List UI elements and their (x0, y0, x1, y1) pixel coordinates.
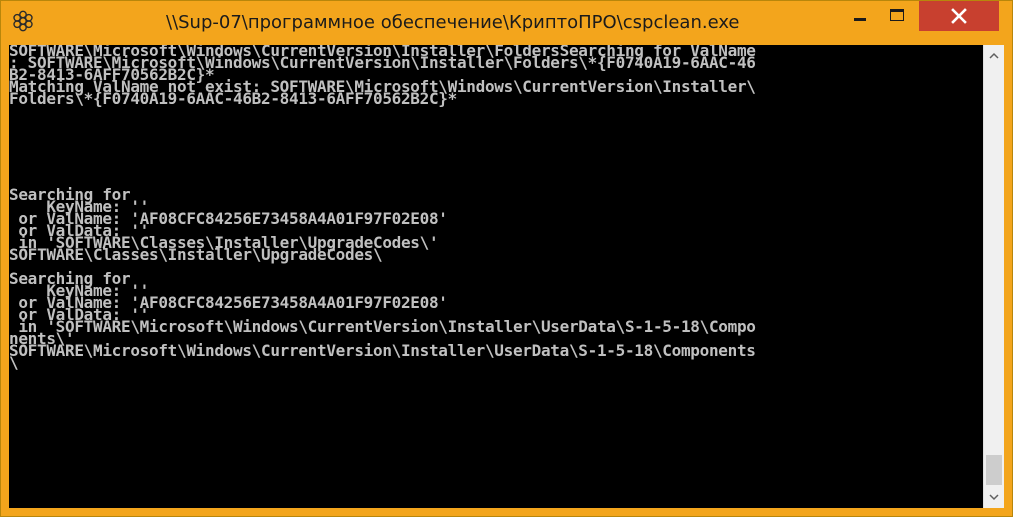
console-text: SOFTWARE\Microsoft\Windows\CurrentVersio… (9, 45, 983, 371)
console-line: Searching for (9, 269, 131, 288)
scroll-down-button[interactable] (984, 486, 1004, 508)
console-line: or ValName: 'AF08CFC84256E73458A4A01F97F… (9, 209, 448, 228)
window-title: \\Sup-07\программное обеспечение\КриптоП… (166, 12, 740, 33)
maximize-icon (890, 9, 904, 21)
console-line: in 'SOFTWARE\Microsoft\Windows\CurrentVe… (9, 317, 756, 336)
scroll-up-button[interactable] (984, 45, 1004, 67)
console-line: SOFTWARE\Classes\Installer\UpgradeCodes\ (9, 245, 383, 264)
console-line: SOFTWARE\Microsoft\Windows\CurrentVersio… (9, 341, 756, 360)
console-output[interactable]: SOFTWARE\Microsoft\Windows\CurrentVersio… (9, 45, 983, 508)
vertical-scrollbar[interactable] (983, 45, 1004, 508)
chevron-up-icon (989, 52, 999, 59)
chevron-down-icon (989, 494, 999, 501)
console-window: \\Sup-07\программное обеспечение\КриптоП… (0, 0, 1013, 517)
console-line: or ValName: 'AF08CFC84256E73458A4A01F97F… (9, 293, 448, 312)
cmd-app-icon[interactable] (11, 9, 35, 33)
title-bar[interactable]: \\Sup-07\программное обеспечение\КриптоП… (1, 1, 1012, 45)
close-icon (951, 8, 967, 24)
minimize-button[interactable] (846, 1, 874, 31)
console-client-area: SOFTWARE\Microsoft\Windows\CurrentVersio… (9, 45, 1004, 508)
minimize-icon (854, 18, 866, 21)
console-line: Searching for (9, 185, 131, 204)
maximize-button[interactable] (883, 1, 911, 31)
scrollbar-thumb[interactable] (986, 455, 1002, 485)
close-button[interactable] (919, 1, 999, 31)
